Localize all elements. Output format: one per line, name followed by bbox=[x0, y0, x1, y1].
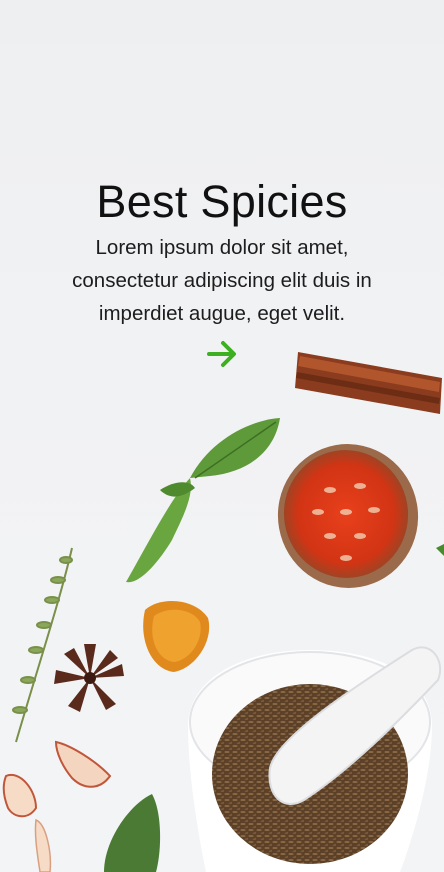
onboarding-screen: Best Spicies Lorem ipsum dolor sit amet,… bbox=[0, 0, 444, 872]
sage-leaf bbox=[104, 794, 161, 872]
next-button[interactable] bbox=[204, 338, 240, 370]
dried-bael-fruit bbox=[277, 444, 419, 588]
arrow-right-icon bbox=[207, 341, 236, 367]
spices-illustration bbox=[2, 352, 444, 872]
garlic-peel bbox=[2, 740, 112, 872]
thyme-sprig bbox=[12, 547, 73, 743]
page-title: Best Spicies bbox=[96, 176, 348, 228]
mortar-and-pestle bbox=[188, 646, 442, 872]
turmeric-slice bbox=[143, 600, 210, 672]
page-description: Lorem ipsum dolor sit amet, consectetur … bbox=[72, 235, 372, 325]
bay-leaf bbox=[126, 418, 280, 583]
cinnamon-stick bbox=[295, 352, 442, 414]
star-anise bbox=[54, 644, 124, 712]
